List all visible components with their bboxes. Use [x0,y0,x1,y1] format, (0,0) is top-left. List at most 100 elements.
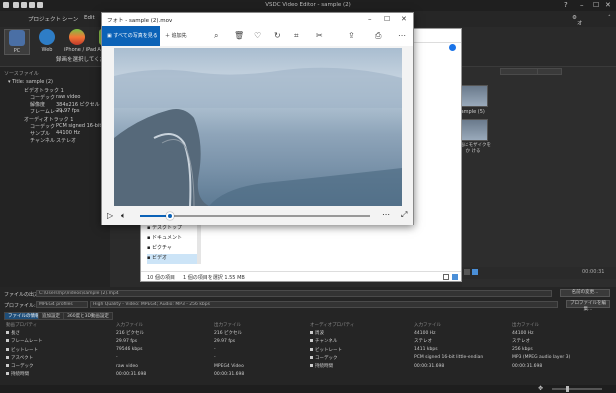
video-prop-output: MPEG4 Video [214,363,244,369]
audio-prop-name: 持続時間 [315,364,333,370]
samplerate-label: サンプル [30,131,50,137]
print-icon[interactable]: ⎙ [375,31,381,41]
audio-prop-output: 00:00:31.698 [512,363,543,369]
seek-bar[interactable] [140,215,370,217]
volume-icon[interactable]: 🔈︎ [121,211,126,221]
audio-prop-name: チャンネル [315,339,338,345]
audio-prop-input: 1411 kbps [414,347,438,353]
output-file-field[interactable]: C:\Users\hp\Videos\sample (2).mp4 [36,290,552,297]
video-prop-name: 長さ [11,331,20,337]
video-col-input: 入力ファイル [116,323,143,329]
export-web-button[interactable]: Web [34,29,60,55]
samplerate-value: 44100 Hz [56,130,80,136]
close-button[interactable]: ✕ [605,1,611,9]
video-prop-name: 持続時間 [11,372,29,378]
video-prop-input: 29.97 fps [116,338,138,344]
add-to-button[interactable]: ＋ 追加先 [165,26,187,46]
maximize-button[interactable]: ☐ [593,1,599,9]
export-iphone-button[interactable]: iPhone / iPad [64,29,96,55]
profile-format-select[interactable]: MPEG4 profiles [36,301,88,308]
resolution-label: 解像度 [30,102,46,108]
audio-prop-name: コーデック [315,355,338,361]
audio-prop-input: PCM signed 16-bit little-endian [414,355,484,361]
fullscreen-icon[interactable]: ⤢ [401,210,407,220]
source-files-panel: ソースファイル ▾ Title: sample (2) ビデオトラック 1 コー… [0,67,110,287]
nav-item-documents-label: ドキュメント [151,235,182,241]
export-pc-label: PC [13,48,21,54]
see-all-photos-label: すべての写真を見る [113,33,158,39]
table-row: ビットレート 79546 kbps - [4,346,304,354]
photos-maximize-button[interactable]: ☐ [384,15,390,23]
menu-item-edit[interactable]: Edit [84,15,95,21]
nav-item-videos[interactable]: ▪ ビデオ [147,254,201,264]
tab-extra-settings[interactable]: 追加設定 [38,312,64,320]
photos-titlebar: フォト - sample (2).mov – ☐ ✕ [102,13,413,26]
video-prop-input: - [116,355,118,361]
delete-icon[interactable]: 🗑︎ [234,31,244,41]
audio-col-property: オーディオプロパティ [310,323,355,329]
video-prop-output: - [214,355,216,361]
zoom-slider[interactable] [552,388,602,390]
details-view-icon[interactable] [443,274,449,280]
crop-icon[interactable]: ⌗ [294,31,299,41]
tree-audio-track[interactable]: オーディオトラック 1 [24,116,73,123]
rotate-icon[interactable]: ↻ [274,31,281,41]
preview-right-area: sample (5) 動画にモザイクをか ける 00:00:31 [415,67,616,287]
audio-prop-output: 44100 Hz [512,330,534,336]
thumb-label-sample-5: sample (5) [458,109,485,115]
photos-toolbar: ▣ すべての写真を見る ＋ 追加先 ⌕ 🗑︎ ♡ ↻ ⌗ ✂ ⇪ ⎙ ⋯ [102,26,413,46]
play-icon[interactable]: ▷ [107,211,113,220]
help-icon[interactable]: ? [564,1,568,9]
nav-item-documents[interactable]: ▪ ドキュメント [147,234,201,244]
table-row: コーデック PCM signed 16-bit little-endian MP3 … [308,354,612,362]
export-settings-area: ファイルの出力: C:\Users\hp\Videos\sample (2).m… [0,287,616,393]
minimize-button[interactable]: – [580,1,584,9]
explorer-nav-list: ▪ デスクトップ ▪ ドキュメント ▪ ピクチャ ▪ ビデオ [147,224,201,264]
video-col-output: 出力ファイル [214,323,241,329]
favorite-icon[interactable]: ♡ [254,31,261,41]
table-row: アスペクト - - [4,354,304,362]
help-circle-icon[interactable] [449,44,456,51]
more-icon[interactable]: ⋯ [382,210,390,219]
table-row: 周波 44100 Hz 44100 Hz [308,329,612,337]
table-row: 長さ 216 ピクセル 216 ピクセル [4,329,304,337]
profile-quality-select[interactable]: High Quality - Video: MPEG4; Audio: MP3 … [90,301,558,308]
tree-root[interactable]: ▾ Title: sample (2) [8,79,53,85]
see-all-photos-button[interactable]: ▣ すべての写真を見る [102,26,160,46]
options-button[interactable]: ⚙ オプション [572,15,582,59]
export-pc-button[interactable]: PC [4,29,30,55]
explorer-item-count: 10 個の項目 [147,275,175,281]
nav-item-pictures[interactable]: ▪ ピクチャ [147,244,201,254]
more-options-icon[interactable]: ⋯ [398,31,406,41]
view-grid-icon[interactable] [464,269,470,275]
seek-thumb[interactable] [165,212,174,220]
view-list-icon[interactable] [472,269,478,275]
edit-profile-button[interactable]: プロファイルを編集... [566,300,610,312]
photos-close-button[interactable]: ✕ [401,15,407,23]
large-icons-view-icon[interactable] [452,274,458,280]
change-name-button[interactable]: 名前の変更... [560,289,610,297]
share-icon[interactable]: ⇪ [348,31,355,41]
audio-prop-output: MP3 (MPEG audio layer 3) [512,355,571,361]
video-prop-input: raw video [116,363,139,369]
tree-video-track[interactable]: ビデオトラック 1 [24,87,64,94]
zoom-icon[interactable]: ⌕ [214,31,218,41]
menu-item-project[interactable]: プロジェクト [28,15,61,23]
vsdc-statusbar: ✥ [0,385,616,393]
nav-item-desktop[interactable]: ▪ デスクトップ [147,224,201,234]
tree-root-label: Title: sample (2) [12,79,53,85]
collapse-ribbon-icon[interactable]: ˄ [608,15,611,21]
photos-minimize-button[interactable]: – [368,15,372,23]
export-web-label: Web [41,47,53,53]
edit-create-icon[interactable]: ✂ [316,31,323,41]
nav-scrollbar[interactable] [197,224,201,264]
tab-360-3d[interactable]: 360度と3D動画設定 [63,312,113,320]
zoom-slider-thumb[interactable] [566,386,569,392]
sort-dropdown[interactable] [537,68,562,75]
menu-item-scene[interactable]: シーン [62,15,78,23]
audio-prop-name: ビットレート [315,347,342,353]
nav-item-pictures-label: ピクチャ [151,245,172,251]
zoom-fit-icon[interactable]: ✥ [538,385,543,392]
channels-value: ステレオ [56,138,77,144]
video-frame[interactable] [114,48,402,206]
